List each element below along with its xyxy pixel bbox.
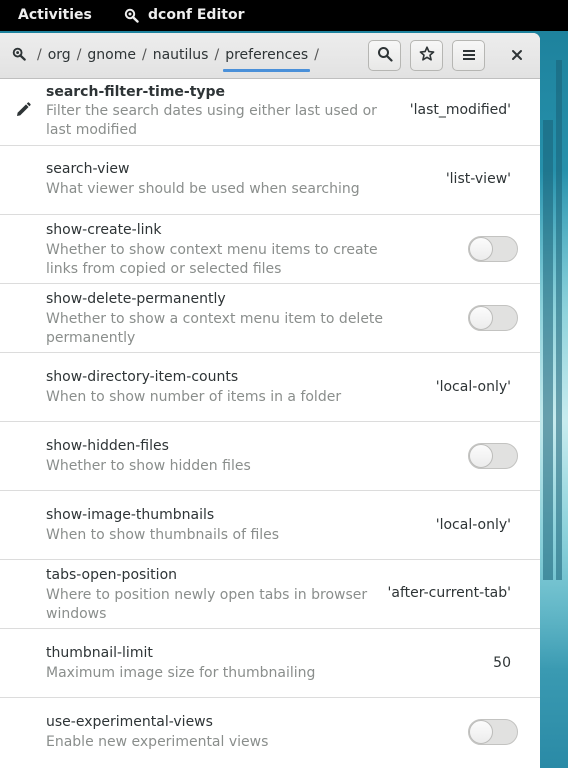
toggle-switch[interactable] <box>468 443 518 469</box>
key-name: show-directory-item-counts <box>46 369 239 385</box>
key-value: 'list-view' <box>445 171 511 187</box>
key-description: Whether to show a context menu item to d… <box>46 311 384 346</box>
key-value: 'last_modified' <box>409 102 511 118</box>
list-item[interactable]: show-image-thumbnails When to show thumb… <box>0 491 540 560</box>
toggle-switch[interactable] <box>468 305 518 331</box>
key-name: show-delete-permanently <box>46 291 226 307</box>
breadcrumb-separator: / <box>314 47 319 63</box>
breadcrumb-separator: / <box>76 47 82 63</box>
key-name: tabs-open-position <box>46 567 178 583</box>
key-value: 50 <box>493 655 511 671</box>
key-name: show-image-thumbnails <box>46 507 215 523</box>
toggle-switch[interactable] <box>468 719 518 745</box>
breadcrumb-org[interactable]: org <box>48 47 71 63</box>
key-value: 'after-current-tab' <box>387 585 511 601</box>
search-icon <box>377 46 393 66</box>
key-value: 'local-only' <box>435 379 511 395</box>
switch-knob <box>469 720 493 744</box>
key-name: thumbnail-limit <box>46 645 153 661</box>
key-name: search-filter-time-type <box>46 84 226 100</box>
key-description: Where to position newly open tabs in bro… <box>46 587 368 622</box>
key-description: Whether to show context menu items to cr… <box>46 242 378 277</box>
list-item[interactable]: show-create-link Whether to show context… <box>0 215 540 284</box>
switch-knob <box>469 306 493 330</box>
dconf-editor-icon <box>124 7 140 23</box>
search-button[interactable] <box>368 40 401 71</box>
star-icon <box>419 45 435 66</box>
dconf-editor-window: / org / gnome / nautilus / preferences / <box>0 33 540 768</box>
main-menu-button[interactable] <box>452 40 485 71</box>
switch-knob <box>469 444 493 468</box>
key-description: When to show thumbnails of files <box>46 527 280 543</box>
breadcrumb-separator: / <box>214 47 220 63</box>
app-name: dconf Editor <box>148 7 245 23</box>
toggle-switch[interactable] <box>468 236 518 262</box>
list-item[interactable]: tabs-open-position Where to position new… <box>0 560 540 629</box>
key-name: show-hidden-files <box>46 438 169 454</box>
breadcrumb: / org / gnome / nautilus / preferences / <box>12 33 325 77</box>
key-description: Maximum image size for thumbnailing <box>46 665 316 681</box>
list-item[interactable]: thumbnail-limit Maximum image size for t… <box>0 629 540 698</box>
dconf-root-icon <box>12 46 27 65</box>
key-name: show-create-link <box>46 222 162 238</box>
header-bar: / org / gnome / nautilus / preferences / <box>0 33 540 79</box>
switch-knob <box>469 237 493 261</box>
pencil-icon <box>14 101 32 123</box>
list-item[interactable]: use-experimental-views Enable new experi… <box>0 698 540 768</box>
breadcrumb-nautilus[interactable]: nautilus <box>153 47 209 63</box>
list-item[interactable]: show-directory-item-counts When to show … <box>0 353 540 422</box>
activities-button[interactable]: Activities <box>18 7 92 23</box>
breadcrumb-gnome[interactable]: gnome <box>87 47 136 63</box>
key-value: 'local-only' <box>435 517 511 533</box>
list-item[interactable]: search-filter-time-type Filter the searc… <box>0 80 540 146</box>
key-description: When to show number of items in a folder <box>46 389 342 405</box>
close-icon <box>511 46 523 65</box>
bookmarks-button[interactable] <box>410 40 443 71</box>
list-item[interactable]: show-delete-permanently Whether to show … <box>0 284 540 353</box>
close-window-button[interactable] <box>500 40 533 71</box>
key-description: Enable new experimental views <box>46 734 269 750</box>
breadcrumb-separator: / <box>37 47 42 63</box>
list-item[interactable]: show-hidden-files Whether to show hidden… <box>0 422 540 491</box>
app-menu[interactable]: dconf Editor <box>124 7 244 23</box>
hamburger-menu-icon <box>462 46 476 65</box>
breadcrumb-preferences[interactable]: preferences <box>223 47 311 72</box>
root-crumb[interactable] <box>12 46 27 65</box>
key-description: Filter the search dates using either las… <box>46 103 377 138</box>
keys-list: search-filter-time-type Filter the searc… <box>0 80 540 768</box>
key-description: What viewer should be used when searchin… <box>46 181 360 197</box>
key-name: use-experimental-views <box>46 714 213 730</box>
key-description: Whether to show hidden files <box>46 458 251 474</box>
top-bar: Activities dconf Editor <box>0 0 568 31</box>
list-item[interactable]: search-view What viewer should be used w… <box>0 146 540 215</box>
breadcrumb-separator: / <box>141 47 147 63</box>
key-name: search-view <box>46 161 130 177</box>
